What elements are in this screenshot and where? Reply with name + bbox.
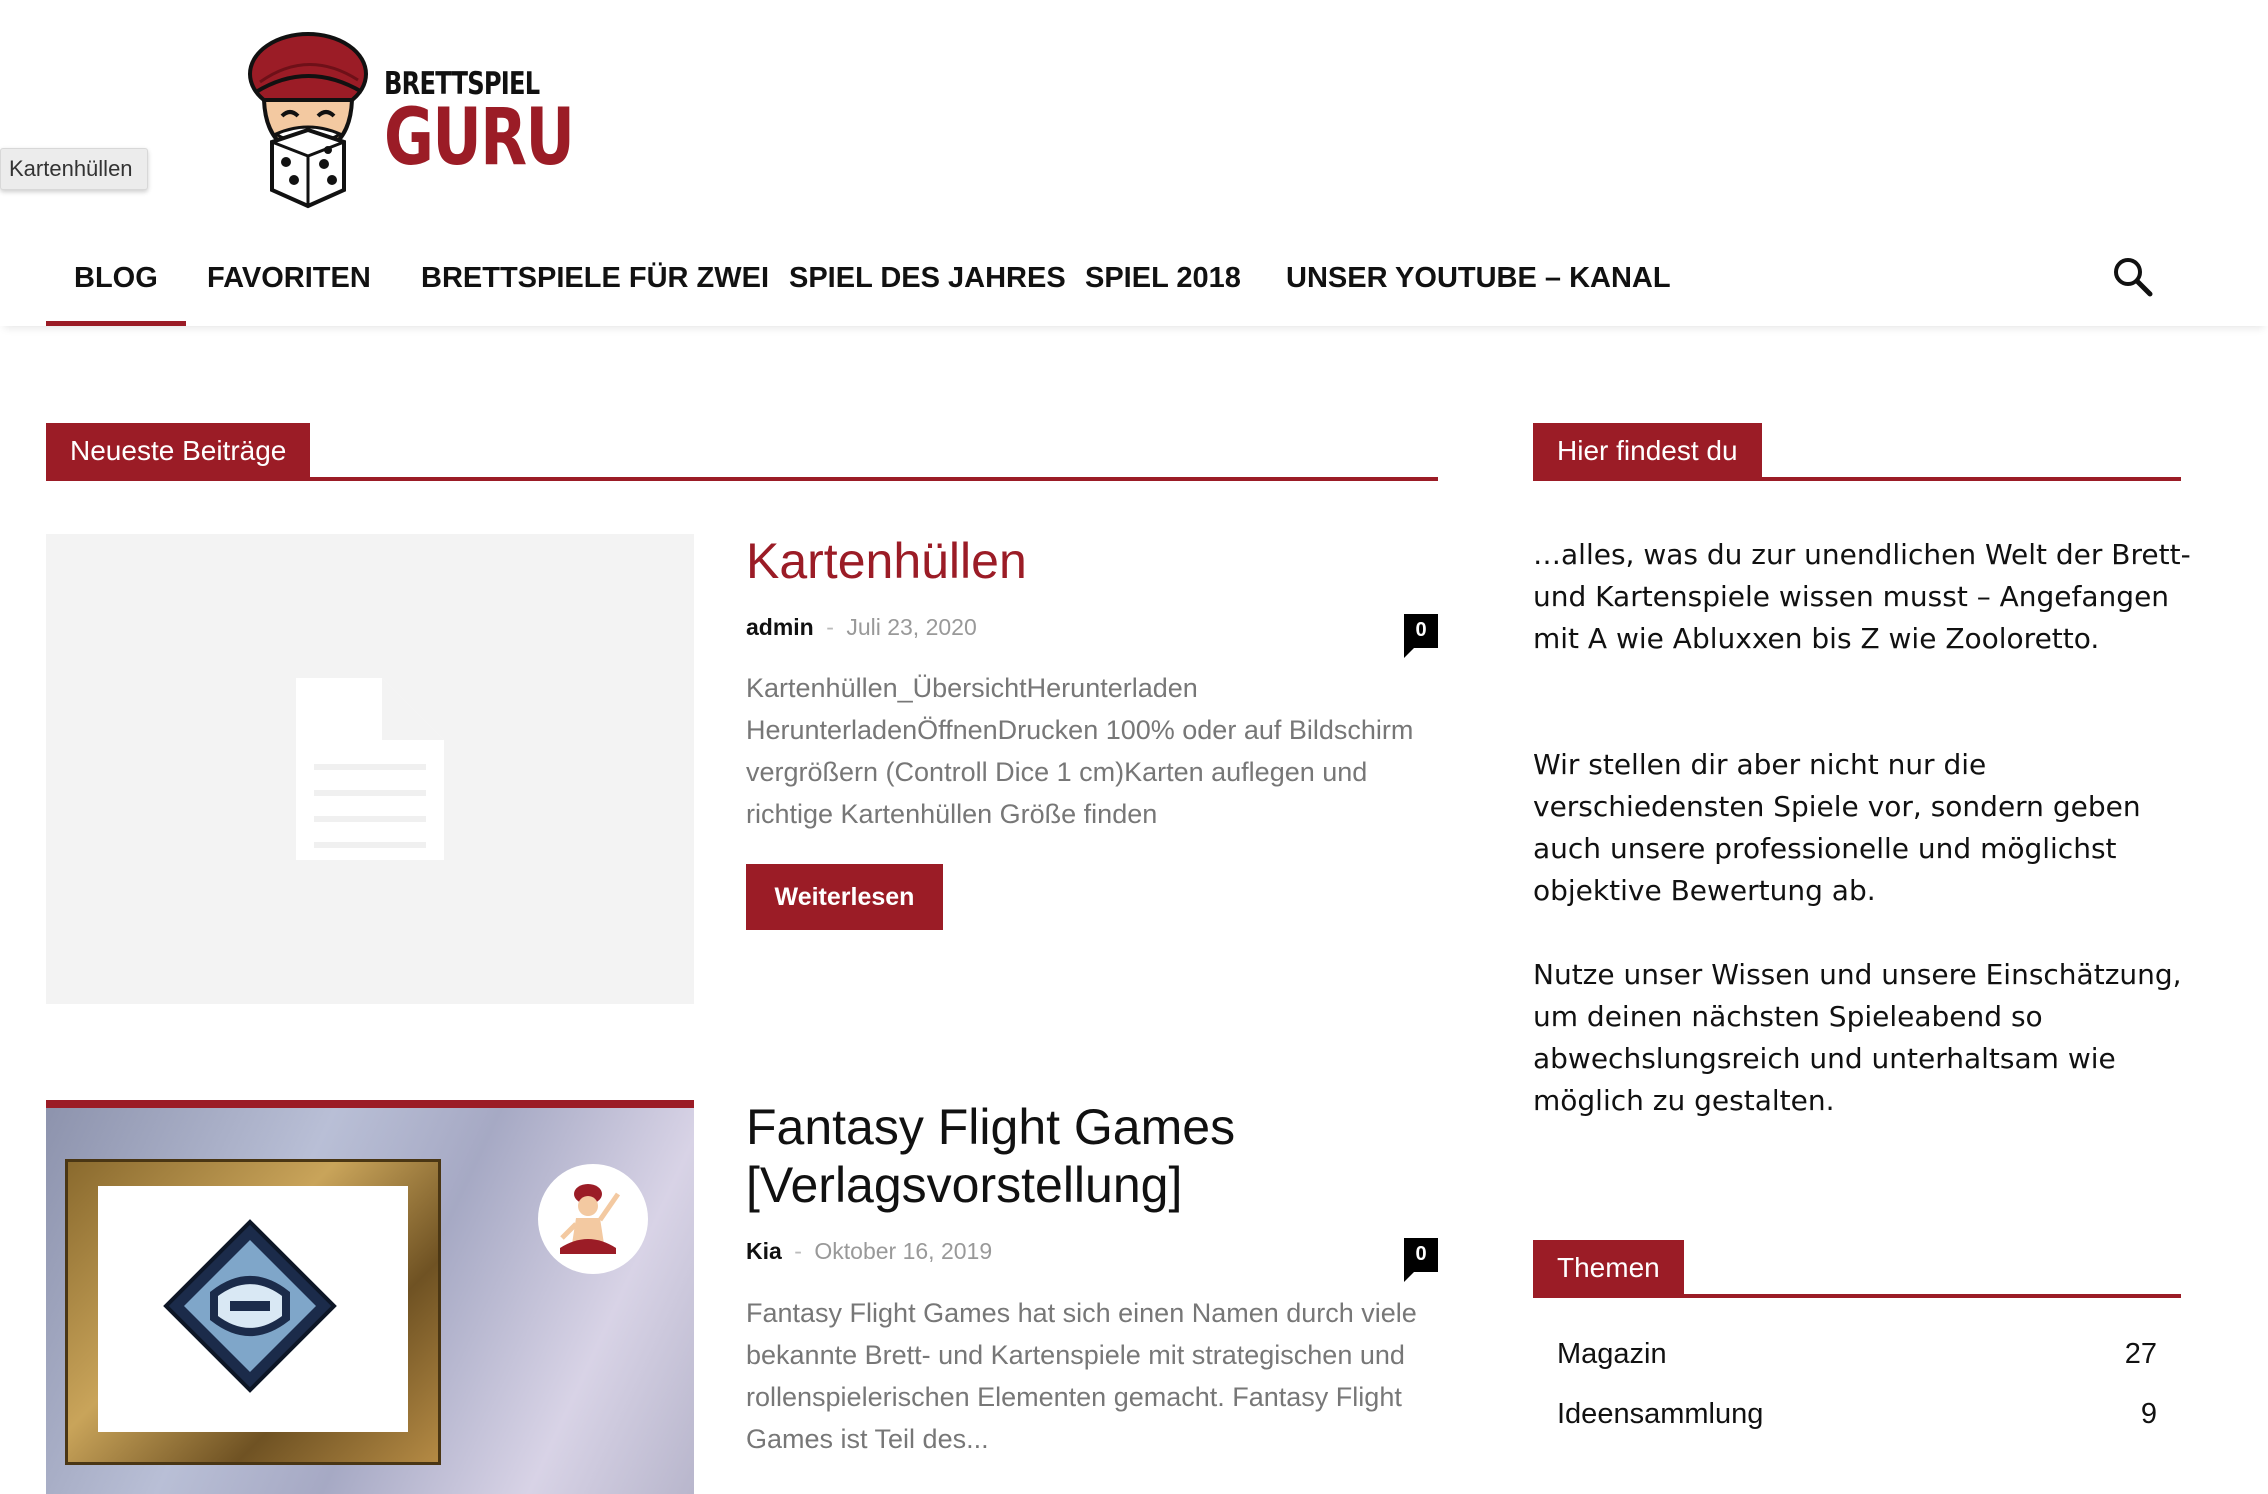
main-navigation: BLOG FAVORITEN BRETTSPIELE FÜR ZWEI SPIE… [0, 238, 2268, 326]
comment-count-badge[interactable]: 0 [1404, 1238, 1438, 1282]
latest-posts-title: Neueste Beiträge [46, 423, 311, 479]
theme-item-magazin[interactable]: Magazin 27 [1557, 1338, 2157, 1382]
sidebar-paragraph-1: …alles, was du zur unendlichen Welt der … [1533, 538, 2191, 655]
post-excerpt: Kartenhüllen_ÜbersichtHerunterladen Heru… [746, 673, 1414, 829]
meta-separator: - [826, 614, 834, 640]
post-meta: admin - Juli 23, 2020 [746, 614, 977, 641]
author-avatar [538, 1164, 648, 1274]
post-author[interactable]: Kia [746, 1238, 782, 1264]
picture-frame [68, 1162, 438, 1462]
logo-text-big: GURU [384, 93, 575, 183]
comment-count-badge[interactable]: 0 [1404, 614, 1438, 658]
nav-item-youtube-kanal[interactable]: UNSER YOUTUBE – KANAL [1258, 238, 1699, 326]
post-date: Oktober 16, 2019 [814, 1238, 993, 1264]
search-icon[interactable] [2112, 256, 2154, 298]
latest-posts-underline [46, 477, 1438, 481]
meta-separator: - [794, 1238, 802, 1264]
post-title[interactable]: Fantasy Flight Games [Verlagsvorstellung… [746, 1098, 1235, 1214]
theme-name: Magazin [1557, 1338, 1667, 1370]
post-thumbnail-image[interactable] [46, 1100, 694, 1494]
nav-item-blog[interactable]: BLOG [46, 238, 186, 326]
read-more-button[interactable]: Weiterlesen [746, 864, 943, 930]
post-title-line1: Fantasy Flight Games [746, 1099, 1236, 1155]
document-placeholder-icon [296, 678, 444, 860]
nav-item-spiel-2018[interactable]: SPIEL 2018 [1057, 238, 1269, 326]
post-thumbnail-placeholder[interactable] [46, 534, 694, 1004]
sidebar-themes-title: Themen [1533, 1240, 1684, 1296]
theme-name: Ideensammlung [1557, 1398, 1764, 1430]
fantasy-flight-logo-icon [163, 1219, 337, 1393]
sidebar-paragraph-3: Nutze unser Wissen und unsere Einschätzu… [1533, 958, 2182, 1117]
post-meta: Kia - Oktober 16, 2019 [746, 1238, 992, 1265]
sidebar-about-title: Hier findest du [1533, 423, 1762, 479]
theme-count: 27 [2124, 1338, 2157, 1370]
sidebar-paragraph-2: Wir stellen dir aber nicht nur die versc… [1533, 748, 2141, 907]
nav-item-favoriten[interactable]: FAVORITEN [179, 238, 399, 326]
theme-item-ideensammlung[interactable]: Ideensammlung 9 [1557, 1398, 2157, 1442]
thumbnail-overlay-text [296, 1446, 516, 1486]
sidebar-about-underline [1533, 477, 2181, 481]
sidebar-themes-underline [1533, 1294, 2181, 1298]
post-title-line2: [Verlagsvorstellung] [746, 1157, 1183, 1213]
nav-item-brettspiele-fuer-zwei[interactable]: BRETTSPIELE FÜR ZWEI [393, 238, 797, 326]
post-date: Juli 23, 2020 [846, 614, 977, 640]
post-title[interactable]: Kartenhüllen [746, 532, 1027, 590]
guru-avatar-icon [560, 1184, 621, 1254]
post-excerpt: Fantasy Flight Games hat sich einen Name… [746, 1298, 1417, 1454]
tooltip: Kartenhüllen [0, 148, 148, 190]
post-author[interactable]: admin [746, 614, 814, 640]
theme-count: 9 [2140, 1398, 2157, 1430]
frame-canvas [98, 1186, 408, 1432]
nav-item-spiel-des-jahres[interactable]: SPIEL DES JAHRES [761, 238, 1094, 326]
